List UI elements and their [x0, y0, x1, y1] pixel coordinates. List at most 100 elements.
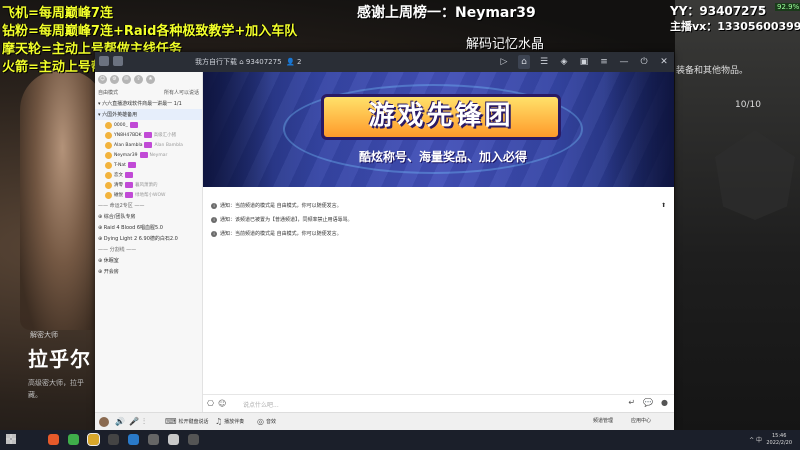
separator: —— 命运2专区 —— — [98, 203, 145, 209]
wechat-id: 主播vx：13305600399 — [670, 20, 800, 33]
send-icon[interactable]: ↵ — [628, 398, 635, 407]
music-icon: ♫ — [215, 417, 223, 426]
user-item[interactable]: T-Nat — [95, 160, 202, 170]
vip-badge-icon — [139, 152, 148, 158]
viewer-count: 2 — [296, 58, 302, 66]
thanks-banner: 感谢上周榜一：Neymar39 — [357, 5, 536, 21]
back-icon[interactable] — [113, 56, 123, 66]
settings-icon[interactable]: ⚙ — [110, 75, 119, 84]
app-icon[interactable] — [48, 434, 59, 445]
user-item[interactable]: 恋文 — [95, 170, 202, 180]
channel-item[interactable]: ⊕ 综合/团队专房 — [95, 211, 202, 222]
avatar — [99, 417, 109, 427]
video-icon[interactable]: ▷ — [498, 55, 510, 69]
app-icon[interactable] — [148, 434, 159, 445]
banner-title: 游戏先锋团 — [321, 94, 561, 140]
system-tray[interactable]: ^ 中 — [749, 435, 762, 444]
pin-icon[interactable]: ⬆ — [661, 202, 666, 209]
channel-manage-button[interactable]: 频道管理 — [593, 417, 613, 424]
game-character — [20, 70, 105, 330]
avatar — [105, 131, 112, 139]
game-npc-tag: 解密大师 — [30, 331, 58, 339]
gift-icon[interactable]: ▣ — [578, 55, 590, 69]
system-notice: i 通知：当前频道的模式是 自由模式，你可以随便发言。 — [211, 202, 342, 209]
vip-badge-icon — [125, 172, 133, 178]
equalizer-icon[interactable]: ⫶ — [143, 417, 145, 427]
game-npc-desc-2: 藏。 — [28, 391, 42, 399]
emoji-icon[interactable]: ☺ — [218, 399, 226, 408]
avatar — [105, 171, 112, 179]
mode-row[interactable]: 自由模式 所有人可以说话 — [95, 87, 202, 98]
avatar — [105, 141, 112, 149]
user-icon[interactable]: ☺ — [98, 75, 107, 84]
user-item[interactable]: YN8H47BDK 高级汇小猪 — [95, 130, 202, 140]
channel-sidebar: ☺ ⚙ ✉ ⇪ ★ 自由模式 所有人可以说话 ▾ 六六直播游戏软件商最一讲最一 … — [95, 72, 203, 412]
vip-badge-icon — [144, 142, 153, 148]
app-icon[interactable] — [128, 434, 139, 445]
app-icon[interactable] — [188, 434, 199, 445]
channel-item[interactable]: ⊕ 开会房 — [95, 266, 202, 277]
game-subtitle: 解码记忆水晶 — [466, 37, 545, 52]
game-counter: 10/10 — [735, 100, 761, 110]
avatar — [105, 181, 112, 189]
power-icon[interactable]: ⏻ — [638, 55, 650, 69]
share-icon[interactable]: ⇪ — [134, 75, 143, 84]
yy-app-icon[interactable] — [87, 433, 100, 446]
user-item[interactable]: Alan Bambla Alan Bambla — [95, 140, 202, 150]
clock[interactable]: 15:46 2022/2/20 — [766, 433, 792, 447]
promo-line: 钻粉=每周巅峰7连+Raid各种极致教学+加入车队 — [2, 24, 298, 39]
play-music-button[interactable]: ♫ 播放伴奏 — [215, 417, 244, 426]
vip-badge-icon — [127, 162, 136, 168]
window-title: 我方自行下载 ⌂ 93407275 👤 2 — [195, 58, 302, 66]
channel-item-main[interactable]: ▾ 六国外英雄备用 — [95, 109, 202, 120]
room-title[interactable]: ▾ 六六直播游戏软件商最一讲最一 1/1 — [95, 98, 202, 109]
app-icon[interactable] — [108, 434, 119, 445]
volume-icon[interactable]: 🔊 — [115, 417, 125, 426]
windows-taskbar: ^ 中 15:46 2022/2/20 — [0, 430, 800, 450]
app-icon[interactable] — [168, 434, 179, 445]
mic-toggle-icon[interactable]: 🎤 — [129, 417, 139, 426]
vip-badge-icon — [125, 182, 133, 188]
game-npc-name: 拉乎尔 — [28, 347, 91, 371]
user-item[interactable]: Neymar39 Neymar — [95, 150, 202, 160]
list-icon[interactable]: ☰ — [538, 55, 550, 69]
user-item[interactable]: 清零 暮风萧萧的 — [95, 180, 202, 190]
minimize-icon[interactable]: — — [618, 55, 630, 69]
speech-bubble-icon[interactable]: 💬 — [643, 398, 653, 407]
info-icon: i — [211, 216, 217, 223]
promo-line: 飞机=每周巅峰7连 — [2, 6, 113, 21]
app-center-button[interactable]: 应用中心 — [631, 417, 651, 424]
avatar — [105, 191, 112, 199]
effect-icon: ◎ — [257, 417, 264, 426]
title-bar[interactable]: 我方自行下载 ⌂ 93407275 👤 2 ▷ ⌂ ☰ ◈ ▣ ≡ — ⏻ ✕ — [95, 52, 674, 72]
vip-badge-icon — [143, 132, 152, 138]
channel-item[interactable]: ⊕ 休眠室 — [95, 255, 202, 266]
banner-subtitle: 酷炫称号、海量奖品、加入必得 — [358, 150, 527, 164]
app-icon[interactable] — [68, 434, 79, 445]
channel-item[interactable]: ⊕ Dying Light 2 6.90德的白石2.0 — [95, 233, 202, 244]
home-icon[interactable]: ⌂ — [518, 55, 530, 69]
close-icon[interactable]: ✕ — [658, 55, 670, 69]
avatar — [105, 121, 112, 129]
user-item[interactable]: 磁悦 绿地帮小WOW — [95, 190, 202, 200]
menu-icon[interactable]: ≡ — [598, 55, 610, 69]
gamepad-input-icon[interactable]: ⎔ — [207, 399, 214, 408]
channel-item[interactable]: ⊕ Raid 4 Blood 6唱血腥5.0 — [95, 222, 202, 233]
game-npc-desc: 高级密大师，拉乎 — [28, 379, 84, 387]
star-icon[interactable]: ★ — [146, 75, 155, 84]
open-mic-button[interactable]: ⌨ 松开键盘说话 — [165, 417, 209, 426]
chat-icon[interactable]: ✉ — [122, 75, 131, 84]
gamepad-icon[interactable]: ◈ — [558, 55, 570, 69]
promo-banner[interactable]: 游戏先锋团 酷炫称号、海量奖品、加入必得 — [203, 72, 674, 187]
system-notice: i 通知：当前频道的模式是 自由模式，你可以随便发言。 — [211, 230, 342, 237]
chat-input[interactable]: 说点什么吧... — [243, 400, 279, 409]
game-item-desc: 装备和其他物品。 — [676, 66, 749, 76]
mic-icon[interactable]: ● — [661, 398, 668, 407]
windows-start-icon[interactable] — [6, 434, 16, 444]
keyboard-icon: ⌨ — [165, 417, 177, 426]
effect-button[interactable]: ◎ 音效 — [257, 417, 276, 426]
user-item[interactable]: 0000_ — [95, 120, 202, 130]
yy-logo-icon — [99, 56, 109, 66]
yy-window: 我方自行下载 ⌂ 93407275 👤 2 ▷ ⌂ ☰ ◈ ▣ ≡ — ⏻ ✕ … — [95, 52, 674, 430]
my-avatar[interactable] — [99, 417, 109, 427]
